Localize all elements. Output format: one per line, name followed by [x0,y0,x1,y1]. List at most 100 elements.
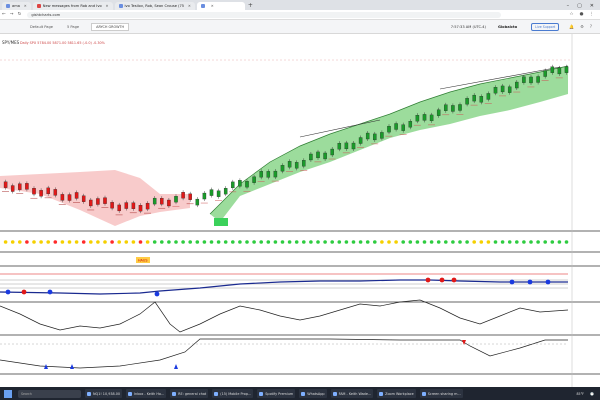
candle [174,196,178,203]
signal-dot [273,240,278,244]
signal-dot [245,240,249,244]
candle [124,202,129,209]
signal-dot [401,240,406,244]
candle [330,148,334,156]
browser-tab-bar: ama ✕ New messages from Rob and Ivo ✕ iv… [0,0,600,10]
signal-dot [195,240,200,244]
signal-dot [110,240,114,244]
browser-tab-1[interactable]: ama ✕ [2,2,31,10]
back-icon[interactable]: ← [0,12,8,17]
maximize-icon[interactable]: ▢ [577,2,582,10]
signal-dot [344,240,349,244]
signal-dot [493,240,498,244]
url-field[interactable]: gishtcharts.com [27,11,502,18]
taskbar-item[interactable]: RE: general chat [170,389,209,398]
live-support-button[interactable]: Live Support [531,22,560,31]
candle [67,194,72,201]
signal-dot [479,240,484,244]
candle [3,181,8,188]
candle [500,85,505,93]
gear-icon[interactable]: ⚙ [580,24,584,29]
taskbar-item[interactable]: Inbox - Keith Ho... [126,389,167,398]
candle [216,190,221,197]
osc-dot [47,289,53,295]
signal-dot [365,240,370,244]
taskbar-item[interactable]: NQ1! 10,938.00 [85,389,123,398]
signal-dot [60,240,65,244]
app-icons: 🔔 ⚙ ? [569,24,592,29]
reload-icon[interactable]: ↻ [16,12,24,17]
tab-title: ivo Tesilov, Rob, Sean Crouse (75 [124,4,185,8]
candle [451,105,455,112]
chart-info: Daily SPX 5784.00 5871.00 5811.65 (-0.0)… [20,41,106,45]
clock-icon[interactable]: 🕒 [590,392,594,396]
app-icon [379,391,384,396]
weather-readout: 85°F [576,391,585,396]
candle [81,195,86,202]
profile-icon[interactable]: ● [580,12,584,17]
menu-icon[interactable]: ⋮ [590,12,595,17]
signal-dot [557,240,562,244]
candle [238,180,242,187]
app-icon [128,391,133,396]
candle [394,123,398,130]
account-name: Globalcto [497,24,518,29]
star-icon[interactable]: ☆ [570,12,574,17]
candle [472,94,476,102]
candle [294,162,299,169]
taskbar-search[interactable]: Search [18,389,81,398]
close-icon[interactable]: ✕ [188,4,191,8]
browser-tab-3[interactable]: ivo Tesilov, Rob, Sean Crouse (75 ✕ [114,2,195,10]
osc-dot [527,279,533,285]
tab-icon [200,4,205,8]
taskbar-item[interactable]: (15) Mobile Prop... [212,389,254,398]
candle [422,114,427,121]
minimize-icon[interactable]: – [567,2,570,10]
browser-tab-4[interactable]: ✕ [196,2,245,10]
signal-dot [515,240,519,244]
help-icon[interactable]: ? [590,24,592,29]
taskbar-item[interactable]: FAM - Keith Wade... [330,389,374,398]
signal-dot [216,240,221,244]
candle [408,121,413,128]
close-icon[interactable]: ✕ [211,4,214,8]
signal-dot [294,240,299,244]
candle [53,189,58,196]
bell-icon[interactable]: 🔔 [569,24,574,29]
osc-dot [5,289,11,295]
taskbar-item[interactable]: Screen sharing m... [419,389,463,398]
signal-dot [287,240,292,244]
close-icon[interactable]: ✕ [106,4,109,8]
close-window-icon[interactable]: ✕ [590,2,594,10]
signal-dot [550,240,555,244]
forward-icon[interactable]: → [8,12,16,17]
price-chart[interactable]: SPY/MES Daily SPX 5784.00 5871.00 5811.6… [0,34,600,387]
signal-dot [160,240,164,244]
taskbar-item[interactable]: Spotify Premium [257,389,296,398]
new-tab-button[interactable]: + [248,2,253,10]
signal-dot [124,240,129,244]
osc-dot [509,279,515,285]
signal-dot [89,240,93,244]
windows-start-icon[interactable] [4,389,12,398]
tab-title: New messages from Rob and Ivo [42,4,102,8]
workspace-tab[interactable]: ARYCH GROWTH [91,22,130,31]
close-icon[interactable]: ✕ [24,4,27,8]
osc-dot [439,277,445,283]
candle [344,142,349,150]
page-tab-5[interactable]: 5 Page [67,25,79,29]
signal-label: HAUS [138,259,148,263]
signal-dot [152,240,157,244]
taskbar-item[interactable]: WhatsApp [299,389,327,398]
candle [25,183,29,190]
signal-dot [472,240,477,244]
browser-tab-2[interactable]: New messages from Rob and Ivo ✕ [32,2,113,10]
candle [74,192,79,199]
taskbar-item[interactable]: Zoom Workplace [377,389,416,398]
candle [32,188,36,195]
signal-dot [500,240,505,244]
candle [259,171,263,178]
signal-dot [266,240,271,244]
page-tab-default[interactable]: Default Page [30,25,53,29]
signal-dot [96,240,100,244]
